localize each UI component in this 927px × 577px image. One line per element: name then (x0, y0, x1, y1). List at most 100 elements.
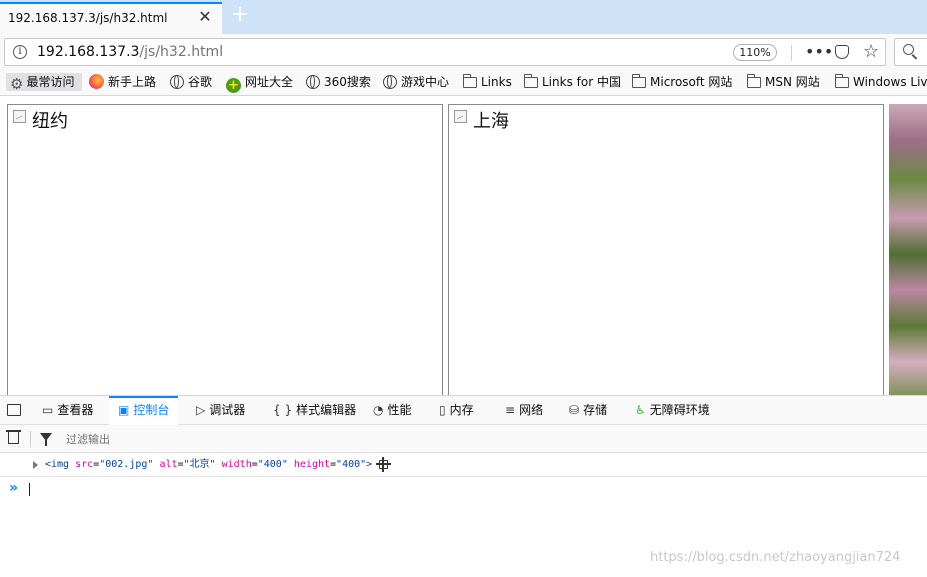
pocket-icon[interactable] (835, 45, 849, 59)
filter-icon[interactable] (40, 433, 52, 446)
tab-title: 192.168.137.3/js/h32.html (8, 11, 168, 25)
url-bar[interactable]: i 192.168.137.3/js/h32.html 110% ••• ☆ (4, 38, 886, 66)
zoom-level-button[interactable]: 110% (733, 44, 777, 61)
expand-arrow-icon[interactable] (33, 461, 38, 469)
tab-inspector[interactable]: ▭ 查看器 (42, 396, 93, 425)
tab-console[interactable]: ▣ 控制台 (109, 396, 179, 427)
accessibility-icon: ♿ (635, 403, 646, 417)
tab-style-editor[interactable]: { } 样式编辑器 (273, 396, 356, 425)
bookmark-star-icon[interactable]: ☆ (863, 41, 879, 62)
globe-icon (383, 75, 397, 89)
log-attr: height (293, 459, 331, 470)
gear-icon: ⚙ (10, 75, 24, 93)
bookmark-folder-windows-live[interactable]: Windows Liv (835, 73, 927, 91)
flower-image (889, 104, 927, 395)
inspector-icon: ▭ (42, 403, 54, 417)
console-icon: ▣ (118, 403, 130, 417)
broken-image-icon (454, 110, 467, 123)
new-tab-icon[interactable]: + (230, 3, 250, 27)
globe-icon (306, 75, 320, 89)
bookmark-getting-started[interactable]: 新手上路 (89, 73, 156, 91)
bookmark-wzdq[interactable]: + 网址大全 (226, 73, 294, 93)
console-log-row[interactable]: <img src="002.jpg" alt="北京" width="400" … (0, 453, 927, 477)
divider (791, 45, 792, 61)
folder-icon (632, 74, 646, 88)
tab-debugger[interactable]: ▷ 调试器 (196, 396, 245, 425)
bookmark-google[interactable]: 谷歌 (170, 73, 212, 91)
performance-icon: ◔ (373, 403, 384, 417)
url-path: /js/h32.html (139, 44, 224, 60)
style-editor-icon: { } (273, 403, 293, 417)
log-element-text: <img src="002.jpg" alt="北京" width="400" … (45, 459, 373, 470)
broken-image-shanghai: 上海 (448, 104, 884, 395)
memory-icon: ▯ (439, 403, 446, 417)
tab-label: 控制台 (133, 403, 170, 417)
tab-performance[interactable]: ◔ 性能 (373, 396, 412, 425)
firefox-icon (89, 74, 104, 89)
close-icon[interactable]: ✕ (196, 8, 214, 26)
bookmark-label: 新手上路 (108, 75, 157, 89)
page-content: 纽约 上海 (0, 96, 927, 395)
text-caret (29, 483, 30, 496)
log-tag: <img (45, 459, 70, 470)
url-host: 192.168.137.3 (37, 44, 140, 60)
log-value: "北京" (183, 459, 216, 470)
element-picker-icon[interactable] (7, 404, 21, 416)
tab-memory[interactable]: ▯ 内存 (439, 396, 474, 425)
prompt-icon: » (9, 480, 19, 496)
inspect-node-icon[interactable] (376, 457, 391, 472)
log-attr: width (221, 459, 252, 470)
bookmark-label: 360搜索 (324, 75, 371, 89)
console-input[interactable]: » (0, 477, 927, 501)
bookmark-360-search[interactable]: 360搜索 (306, 73, 371, 91)
image-alt-text: 纽约 (32, 111, 68, 132)
filter-output-input[interactable] (62, 431, 370, 447)
bookmark-label: 最常访问 (26, 75, 75, 89)
debugger-icon: ▷ (196, 403, 206, 417)
tab-label: 无障碍环境 (649, 403, 710, 417)
bookmark-label: Microsoft 网站 (650, 75, 733, 89)
bookmark-game-center[interactable]: 游戏中心 (383, 73, 449, 91)
search-input[interactable] (894, 38, 927, 66)
bookmark-folder-links-china[interactable]: Links for 中国 (524, 73, 621, 91)
tab-storage[interactable]: ⛁ 存储 (569, 396, 607, 425)
tab-label: 网络 (519, 403, 544, 417)
divider (30, 431, 31, 447)
network-icon: ≡ (505, 403, 516, 417)
log-attr: alt (159, 459, 178, 470)
log-value: "400" (257, 459, 288, 470)
trash-icon[interactable] (6, 430, 21, 444)
folder-icon (463, 74, 477, 88)
info-icon[interactable]: i (13, 45, 27, 59)
tab-label: 样式编辑器 (296, 403, 357, 417)
bookmark-folder-links[interactable]: Links (463, 73, 512, 91)
bookmark-folder-microsoft[interactable]: Microsoft 网站 (632, 73, 732, 91)
url-text[interactable]: 192.168.137.3/js/h32.html (37, 44, 223, 60)
bookmark-folder-msn[interactable]: MSN 网站 (747, 73, 820, 91)
more-actions-icon[interactable]: ••• (805, 42, 833, 61)
browser-tab[interactable]: 192.168.137.3/js/h32.html ✕ (0, 2, 222, 34)
log-attr: src (75, 459, 94, 470)
tab-strip: 192.168.137.3/js/h32.html ✕ + (0, 0, 927, 34)
wzdq-icon: + (226, 78, 241, 93)
bookmark-label: Links for 中国 (542, 75, 621, 89)
log-value: "002.jpg" (99, 459, 154, 470)
bookmark-label: Windows Liv (853, 75, 927, 89)
tab-label: 性能 (387, 403, 412, 417)
tab-label: 内存 (449, 403, 474, 417)
tab-network[interactable]: ≡ 网络 (505, 396, 543, 425)
search-icon (903, 44, 914, 55)
tab-label: 存储 (583, 403, 608, 417)
watermark: https://blog.csdn.net/zhaoyangjian724 (650, 550, 901, 565)
bookmarks-toolbar: ⚙ 最常访问 新手上路 谷歌 + 网址大全 360搜索 游戏中心 Links Lin… (0, 70, 927, 96)
bookmark-label: 游戏中心 (401, 75, 450, 89)
nav-bar: i 192.168.137.3/js/h32.html 110% ••• ☆ (0, 34, 927, 70)
tab-label: 查看器 (57, 403, 94, 417)
bookmark-label: 网址大全 (245, 75, 294, 89)
tab-accessibility[interactable]: ♿ 无障碍环境 (635, 396, 710, 425)
image-alt-text: 上海 (473, 111, 509, 132)
globe-icon (170, 75, 184, 89)
devtools-tabbar: ▭ 查看器 ▣ 控制台 ▷ 调试器 { } 样式编辑器 ◔ 性能 ▯ 内存 ≡ 网络 ⛁ 存储 … (0, 396, 927, 427)
bookmark-most-visited[interactable]: ⚙ 最常访问 (6, 73, 82, 93)
folder-icon (835, 74, 849, 88)
